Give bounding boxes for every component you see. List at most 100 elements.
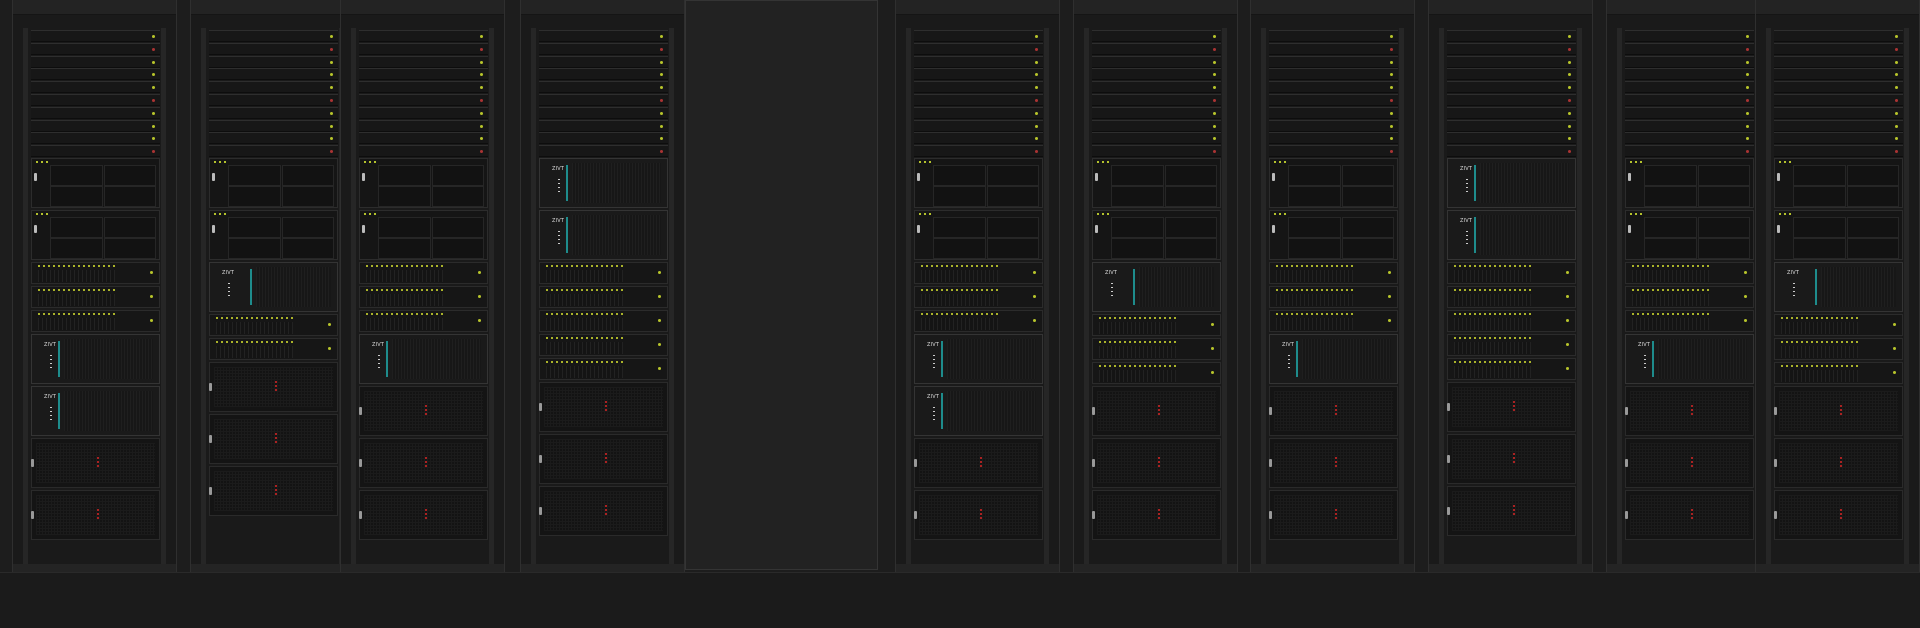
brand-accent-stripe	[58, 393, 60, 429]
rack-2: ZIVT	[190, 0, 355, 572]
status-led-icon	[480, 124, 483, 128]
status-led-icon	[1390, 124, 1393, 128]
rack-top-frame	[1756, 0, 1919, 15]
shelf-bay	[1288, 238, 1341, 259]
status-led-icon	[330, 35, 333, 38]
rack-server-1u	[1774, 94, 1903, 106]
drive-array	[359, 286, 488, 308]
drive-array	[1447, 334, 1576, 356]
rack-server-1u	[1625, 68, 1754, 81]
shelf-bay	[1341, 238, 1394, 259]
status-led-icon	[1568, 150, 1571, 154]
rack-server-1u	[1092, 30, 1221, 42]
shelf-bay	[50, 238, 103, 259]
status-led-icon	[1895, 137, 1898, 141]
drive-bays	[1632, 270, 1710, 282]
chassis-mesh	[1452, 439, 1571, 479]
status-led-icon	[1568, 111, 1571, 115]
shelf-bay	[1846, 238, 1899, 259]
status-led-icon	[1566, 271, 1569, 274]
storage-chassis	[1447, 486, 1576, 536]
branded-server: ZIVT	[914, 386, 1043, 436]
rack-server-1u	[1774, 132, 1903, 145]
status-led-icon	[328, 347, 331, 350]
rack-1: ZIVT ZIVT	[12, 0, 177, 572]
drive-array	[1269, 286, 1398, 308]
drive-led-row	[1276, 289, 1354, 291]
status-led-icon	[480, 111, 483, 115]
status-led-icon	[328, 323, 331, 326]
rack-bottom-frame	[341, 564, 504, 572]
rack-server-1u	[1774, 42, 1903, 55]
rack-server-1u	[31, 42, 160, 55]
shelf-led-strip	[36, 161, 50, 163]
status-led-icon	[1213, 60, 1216, 64]
rack-server-1u	[1447, 132, 1576, 145]
storage-shelf	[359, 210, 488, 260]
rack-rail-right	[1399, 28, 1404, 564]
status-led-icon	[330, 124, 333, 128]
status-led-icon	[1746, 137, 1749, 141]
rack-server-1u	[359, 119, 488, 132]
drive-array	[1269, 310, 1398, 332]
status-led-icon	[1035, 124, 1038, 128]
rack-9: ZIVT	[1606, 0, 1771, 572]
drive-led-row	[1454, 289, 1532, 291]
status-led-icon	[1746, 124, 1749, 128]
rack-server-1u	[1092, 145, 1221, 158]
rack-server-1u	[914, 68, 1043, 81]
chassis-handle	[1447, 403, 1450, 411]
drive-array	[359, 262, 488, 284]
storage-chassis	[914, 490, 1043, 540]
indicator-lights	[1466, 231, 1468, 245]
chassis-mesh	[1630, 443, 1749, 483]
chassis-handle	[1269, 459, 1272, 467]
status-led-icon	[1035, 111, 1038, 115]
drive-array	[209, 314, 338, 336]
vent-grille	[572, 215, 661, 255]
storage-chassis	[1774, 490, 1903, 540]
shelf-handle	[1272, 173, 1275, 181]
status-led-icon	[1893, 371, 1896, 374]
chassis-handle	[1092, 459, 1095, 467]
alert-led-icon	[1334, 457, 1337, 469]
alert-led-icon	[424, 457, 427, 469]
rack-server-1u	[539, 119, 668, 132]
drive-led-row	[921, 289, 999, 291]
rack-server-1u	[1447, 106, 1576, 119]
chassis-handle	[359, 459, 362, 467]
drive-led-row	[1781, 341, 1859, 343]
vent-grille	[947, 339, 1036, 379]
shelf-bay	[1164, 186, 1217, 207]
rack-server-1u	[359, 132, 488, 145]
status-led-icon	[1744, 295, 1747, 298]
rack-server-1u	[209, 81, 338, 94]
rack-rail-left	[1766, 28, 1771, 564]
status-led-icon	[1746, 86, 1749, 90]
rack-server-1u	[1447, 42, 1576, 55]
shelf-bay	[50, 217, 103, 238]
drive-bays	[1454, 318, 1532, 330]
shelf-handle	[362, 173, 365, 181]
shelf-bay	[378, 165, 431, 186]
status-led-icon	[1390, 60, 1393, 64]
branded-server: ZIVT	[1269, 334, 1398, 384]
storage-chassis	[359, 490, 488, 540]
shelf-led-strip	[1097, 213, 1111, 215]
chassis-mesh	[214, 471, 333, 511]
indicator-lights	[1466, 179, 1468, 193]
alert-led-icon	[1334, 405, 1337, 417]
shelf-bay	[1793, 217, 1846, 238]
rack-top-frame	[896, 0, 1059, 15]
rack-rail-right	[489, 28, 494, 564]
shelf-bay	[1644, 217, 1697, 238]
chassis-mesh	[544, 387, 663, 427]
rack-server-1u	[1625, 94, 1754, 106]
storage-shelf	[914, 210, 1043, 260]
storage-chassis	[359, 386, 488, 436]
rack-server-1u	[359, 30, 488, 42]
drive-array	[539, 286, 668, 308]
indicator-lights	[1288, 355, 1290, 369]
shelf-bay	[50, 186, 103, 207]
status-led-icon	[658, 271, 661, 274]
